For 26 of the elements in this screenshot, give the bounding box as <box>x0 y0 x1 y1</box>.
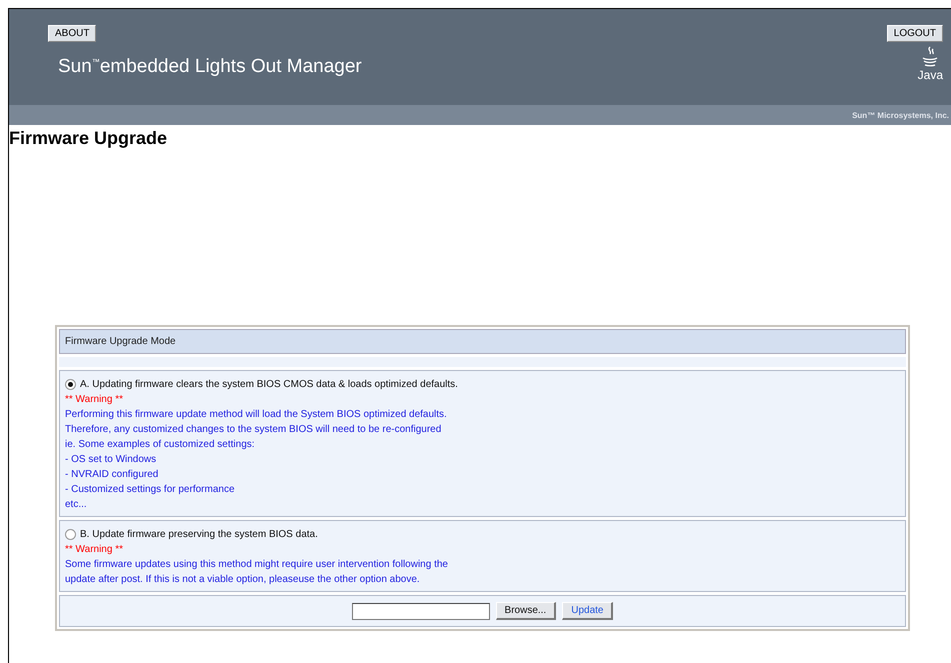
company-name: Sun™ Microsystems, Inc. <box>852 110 949 120</box>
logout-button[interactable]: LOGOUT <box>886 25 943 42</box>
description-line: etc... <box>65 498 88 512</box>
browse-button[interactable]: Browse... <box>496 602 556 620</box>
about-button[interactable]: ABOUT <box>48 25 96 42</box>
description-line: - Customized settings for performance <box>65 483 236 497</box>
description-line: update after post. If this is not a viable option, pleaseuse the other option above. <box>65 573 421 587</box>
description-line: - NVRAID configured <box>65 468 160 482</box>
java-logo-text: Java <box>918 68 943 82</box>
option-label: B. Update firmware preserving the system BIOS data. <box>80 528 318 542</box>
option-label: A. Updating firmware clears the system BIOS CMOS data & loads optimized defaults. <box>80 378 458 392</box>
description-line: ie. Some examples of customized settings: <box>65 438 256 452</box>
warning-text: ** Warning ** <box>65 393 124 407</box>
description-line: - OS set to Windows <box>65 453 158 467</box>
description-line: Some firmware updates using this method might require user intervention following the <box>65 558 449 572</box>
radio-button[interactable] <box>65 529 76 540</box>
panel-title: Firmware Upgrade Mode <box>59 329 906 354</box>
description-line: Performing this firmware update method will load the System BIOS optimized defaults. <box>65 408 448 422</box>
update-button[interactable]: Update <box>562 602 614 620</box>
coffee-cup-icon <box>921 46 940 68</box>
file-field[interactable] <box>352 602 490 620</box>
page-title: Firmware Upgrade <box>9 128 168 149</box>
radio-button[interactable] <box>65 379 76 390</box>
description-line: Therefore, any customized changes to the system BIOS will need to be re-configured <box>65 423 442 437</box>
product-title: Sun$^{™}$embedded Lights Out Manager <box>58 56 362 78</box>
warning-text: ** Warning ** <box>65 543 124 557</box>
